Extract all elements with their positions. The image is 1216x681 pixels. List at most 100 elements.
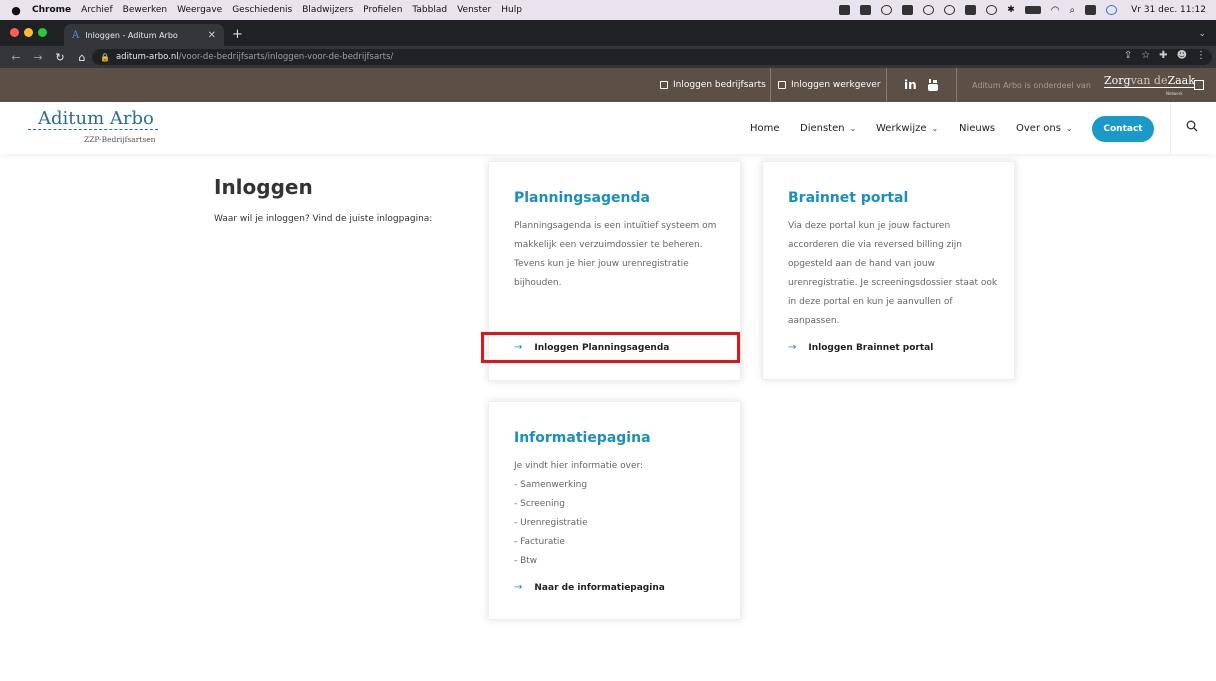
apple-icon[interactable]: ● bbox=[10, 4, 22, 17]
nav-over-ons[interactable]: Over ons ⌄ bbox=[1016, 102, 1073, 154]
spotlight-icon[interactable]: ⌕ bbox=[1070, 5, 1076, 16]
minimize-window-button[interactable] bbox=[24, 28, 33, 37]
brand-sub: Netwerk bbox=[1166, 91, 1183, 96]
bluetooth-icon[interactable]: ✱ bbox=[1007, 5, 1015, 15]
menu-geschiedenis[interactable]: Geschiedenis bbox=[232, 5, 292, 15]
mac-menu-bar: ● Chrome Archief Bewerken Weergave Gesch… bbox=[0, 0, 1216, 20]
site-logo[interactable]: Aditum Arbo bbox=[38, 108, 154, 129]
url-host: aditum-arbo.nl bbox=[115, 52, 179, 62]
menu-app[interactable]: Chrome bbox=[32, 5, 71, 15]
menu-tabblad[interactable]: Tabblad bbox=[412, 5, 447, 15]
nav-label: Home bbox=[750, 122, 780, 134]
site-header: Aditum Arbo ZZP-Bedrijfsartsen Home Dien… bbox=[0, 102, 1216, 154]
login-doctor-link[interactable]: Inloggen bedrijfsarts bbox=[660, 68, 766, 102]
nav-label: Diensten bbox=[800, 122, 845, 134]
menu-bewerken[interactable]: Bewerken bbox=[123, 5, 167, 15]
info-page-link[interactable]: → Naar de informatiepagina bbox=[514, 582, 665, 593]
linkedin-icon[interactable]: in bbox=[904, 68, 917, 102]
card-body: Via deze portal kun je jouw facturen acc… bbox=[788, 221, 998, 326]
back-arrow-icon[interactable]: ← bbox=[10, 51, 22, 64]
menu-bladwijzers[interactable]: Bladwijzers bbox=[302, 5, 353, 15]
card-brainnet-portal: Brainnet portal Via deze portal kun je j… bbox=[762, 161, 1015, 380]
app-status-icon[interactable] bbox=[839, 5, 851, 15]
list-item: - Samenwerking bbox=[514, 480, 588, 490]
status-icons: ✱ ◠ ⌕ Vr 31 dec. 11:12 bbox=[839, 0, 1206, 20]
maximize-window-button[interactable] bbox=[38, 28, 47, 37]
nav-label: Nieuws bbox=[959, 122, 996, 134]
kebab-menu-icon[interactable]: ⋮ bbox=[1196, 50, 1206, 61]
app-status-icon[interactable] bbox=[902, 5, 914, 15]
nav-home[interactable]: Home bbox=[750, 102, 780, 154]
external-link-icon bbox=[660, 81, 668, 89]
chevron-down-icon: ⌄ bbox=[1065, 123, 1073, 133]
nav-nieuws[interactable]: Nieuws bbox=[959, 102, 995, 154]
app-status-icon[interactable] bbox=[923, 5, 935, 15]
reload-icon[interactable]: ↻ bbox=[54, 51, 66, 64]
highlight-box bbox=[481, 332, 740, 363]
profile-avatar[interactable]: ☻ bbox=[1177, 50, 1187, 61]
card-title: Informatiepagina bbox=[514, 430, 651, 446]
bookmark-star-icon[interactable]: ☆ bbox=[1141, 50, 1150, 61]
card-informatiepagina: Informatiepagina Je vindt hier informati… bbox=[488, 401, 741, 620]
login-brainnet-link[interactable]: → Inloggen Brainnet portal bbox=[788, 342, 933, 353]
card-title: Planningsagenda bbox=[514, 190, 650, 206]
siri-icon[interactable] bbox=[1106, 5, 1118, 15]
share-icon[interactable]: ⇪ bbox=[1124, 50, 1132, 61]
arrow-right-icon: → bbox=[514, 582, 523, 593]
external-link-icon[interactable] bbox=[1194, 80, 1204, 90]
menu-venster[interactable]: Venster bbox=[457, 5, 491, 15]
card-body: Je vindt hier informatie over: - Samenwe… bbox=[514, 457, 724, 571]
lock-icon[interactable]: 🔒 bbox=[100, 53, 110, 62]
control-center-icon[interactable] bbox=[1085, 5, 1097, 15]
link-label: Naar de informatiepagina bbox=[534, 582, 665, 593]
nav-label: Werkwijze bbox=[876, 122, 927, 134]
list-item: - Screening bbox=[514, 499, 565, 509]
app-status-icon[interactable] bbox=[944, 5, 956, 15]
home-icon[interactable]: ⌂ bbox=[76, 51, 88, 64]
card-body: Planningsagenda is een intuïtief systeem… bbox=[514, 221, 717, 288]
list-item: - Facturatie bbox=[514, 537, 565, 547]
parent-company-note: Aditum Arbo is onderdeel van bbox=[972, 80, 1091, 90]
new-tab-button[interactable]: + bbox=[232, 27, 243, 42]
nav-werkwijze[interactable]: Werkwijze ⌄ bbox=[876, 102, 938, 154]
extensions-icon[interactable]: ✚ bbox=[1159, 50, 1167, 61]
search-icon[interactable] bbox=[1186, 120, 1198, 132]
address-bar[interactable]: 🔒 aditum-arbo.nl /voor-de-bedrijfsarts/i… bbox=[92, 49, 1212, 65]
zorg-van-de-zaak-logo[interactable]: Zorgvan deZaak bbox=[1104, 74, 1195, 88]
app-status-icon[interactable] bbox=[965, 5, 977, 15]
menu-clock[interactable]: Vr 31 dec. 11:12 bbox=[1131, 5, 1206, 15]
browser-toolbar: ← → ↻ ⌂ 🔒 aditum-arbo.nl /voor-de-bedrij… bbox=[0, 46, 1216, 68]
login-doctor-label: Inloggen bedrijfsarts bbox=[673, 80, 766, 90]
url-path: /voor-de-bedrijfsarts/inloggen-voor-de-b… bbox=[178, 52, 394, 62]
close-window-button[interactable] bbox=[10, 28, 19, 37]
arrow-right-icon: → bbox=[788, 342, 797, 353]
menu-weergave[interactable]: Weergave bbox=[177, 5, 222, 15]
app-status-icon[interactable] bbox=[860, 5, 872, 15]
menu-hulp[interactable]: Hulp bbox=[501, 5, 522, 15]
close-icon[interactable]: ✕ bbox=[208, 30, 216, 41]
menu-archief[interactable]: Archief bbox=[81, 5, 113, 15]
favicon-icon: A bbox=[72, 29, 80, 41]
wifi-icon[interactable]: ◠ bbox=[1051, 5, 1060, 16]
card-intro: Je vindt hier informatie over: bbox=[514, 461, 644, 471]
battery-icon[interactable] bbox=[1024, 6, 1041, 14]
list-item: - Btw bbox=[514, 556, 538, 566]
login-employer-link[interactable]: Inloggen werkgever bbox=[778, 68, 881, 102]
app-status-icon[interactable] bbox=[881, 5, 893, 15]
card-title: Brainnet portal bbox=[788, 190, 909, 206]
chevron-down-icon[interactable]: ⌄ bbox=[1198, 29, 1206, 39]
app-status-icon[interactable] bbox=[986, 5, 998, 15]
chevron-down-icon: ⌄ bbox=[849, 123, 857, 133]
brand-part: van de bbox=[1130, 74, 1168, 87]
youtube-icon[interactable] bbox=[927, 68, 939, 102]
link-label: Inloggen Brainnet portal bbox=[808, 342, 934, 353]
brand-part: Zaak bbox=[1167, 74, 1195, 87]
forward-arrow-icon[interactable]: → bbox=[32, 51, 44, 64]
login-employer-label: Inloggen werkgever bbox=[791, 80, 881, 90]
logo-underline bbox=[28, 129, 158, 130]
contact-button[interactable]: Contact bbox=[1092, 116, 1154, 142]
menu-profielen[interactable]: Profielen bbox=[363, 5, 402, 15]
nav-diensten[interactable]: Diensten ⌄ bbox=[800, 102, 856, 154]
brand-part: Zorg bbox=[1104, 74, 1131, 87]
browser-tab[interactable]: A Inloggen - Aditum Arbo ✕ bbox=[64, 24, 224, 46]
